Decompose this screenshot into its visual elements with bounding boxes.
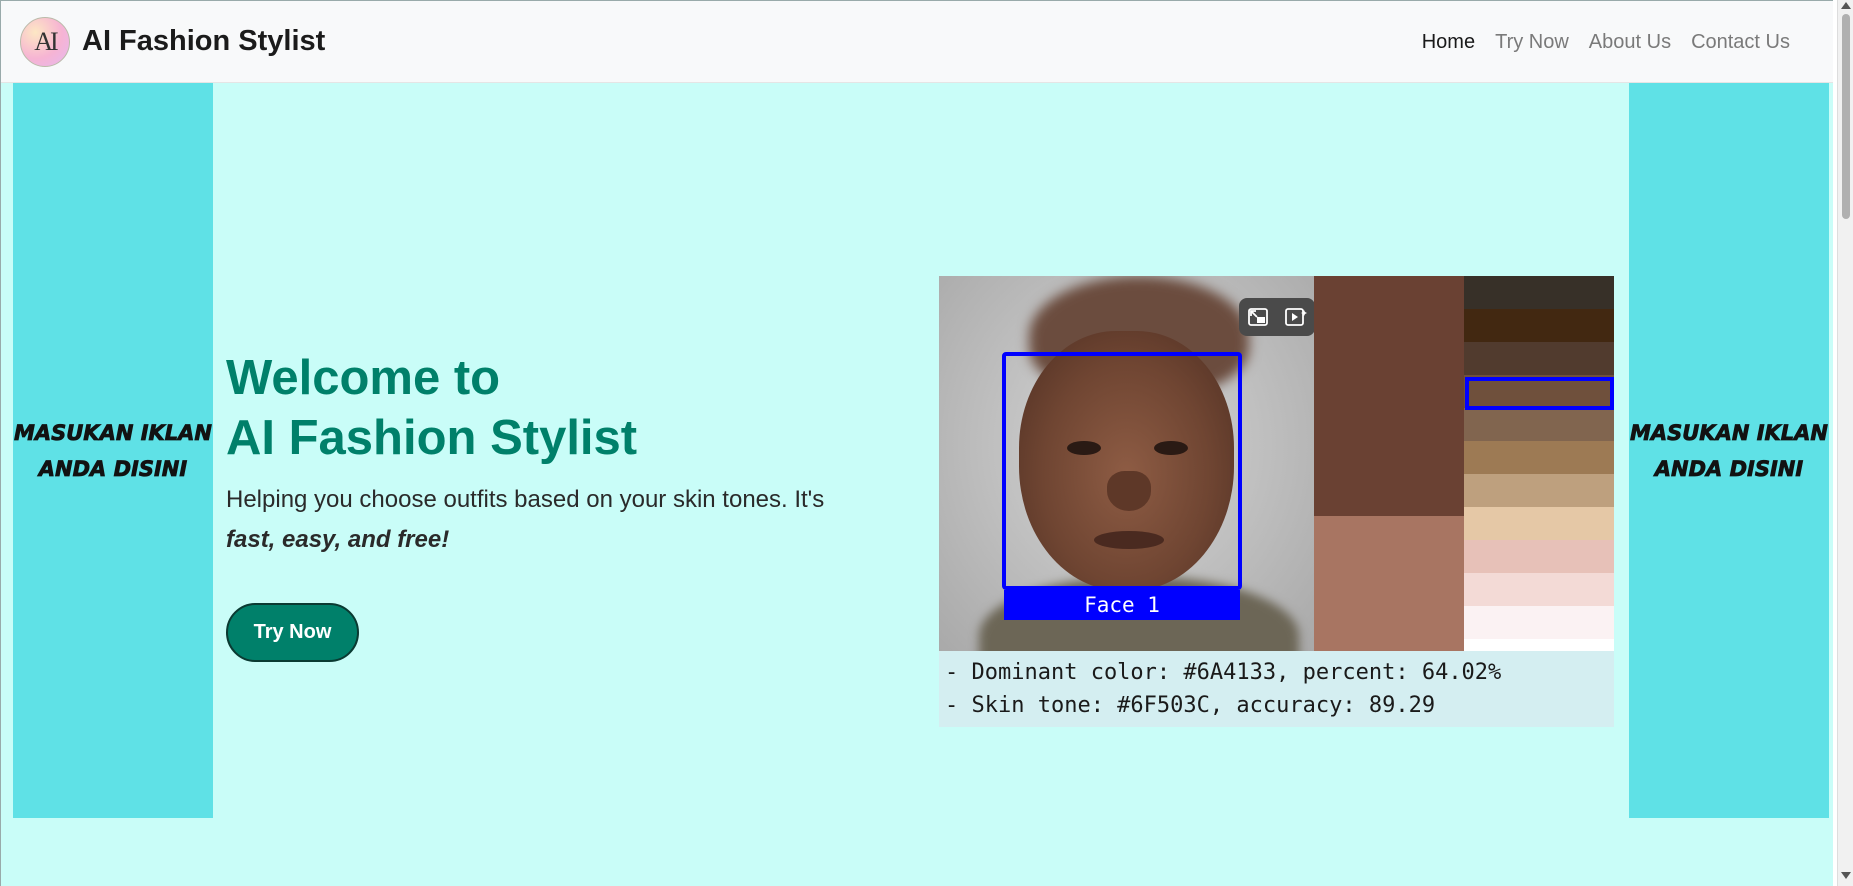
scroll-down-arrow-icon[interactable]: [1841, 872, 1851, 879]
face-detection-box: [1002, 352, 1242, 590]
palette-swatch: [1464, 507, 1614, 540]
try-now-button[interactable]: Try Now: [226, 603, 359, 662]
palette-swatch: [1464, 276, 1614, 309]
navbar: AI AI Fashion Stylist Home Try Now About…: [1, 0, 1833, 83]
ad-banner-left[interactable]: MASUKAN IKLAN ANDA DISINI: [13, 83, 213, 818]
page-viewport: AI AI Fashion Stylist Home Try Now About…: [0, 0, 1833, 886]
logo-text: AI: [34, 27, 59, 56]
exit-pip-icon[interactable]: [1246, 306, 1270, 328]
hero-description: Helping you choose outfits based on your…: [226, 486, 825, 553]
nav-try-now[interactable]: Try Now: [1495, 31, 1569, 54]
ad-banner-right[interactable]: MASUKAN IKLAN ANDA DISINI: [1629, 83, 1829, 818]
palette-swatch: [1464, 408, 1614, 441]
palette-swatch: [1464, 573, 1614, 606]
dominant-color-swatch: [1314, 276, 1464, 516]
hero-emphasis: fast, easy, and free!: [226, 526, 450, 553]
selected-tone-box: [1465, 377, 1614, 410]
skin-tone-text: - Skin tone: #6F503C, accuracy: 89.29: [945, 693, 1436, 718]
skin-analysis-image: Face 1 - Dominant color: #6A4133, percen…: [939, 276, 1614, 727]
palette-swatch: [1464, 441, 1614, 474]
dominant-color-swatch: [1314, 516, 1464, 651]
nav-home[interactable]: Home: [1422, 31, 1475, 54]
nav-contact-us[interactable]: Contact Us: [1691, 31, 1790, 54]
main-nav: Home Try Now About Us Contact Us: [1422, 31, 1790, 54]
palette-swatch: [1464, 606, 1614, 639]
analysis-info: - Dominant color: #6A4133, percent: 64.0…: [939, 651, 1614, 727]
skin-tone-palette: [1464, 276, 1614, 672]
ad-text-right: MASUKAN IKLAN ANDA DISINI: [1629, 420, 1829, 481]
face-label: Face 1: [1004, 590, 1240, 620]
dominant-color-column: [1314, 276, 1464, 651]
scroll-thumb[interactable]: [1842, 14, 1850, 219]
hero-title: Welcome to AI Fashion Stylist: [226, 351, 638, 465]
image-controls: [1239, 298, 1315, 336]
play-visual-search-icon[interactable]: [1284, 306, 1308, 328]
palette-swatch: [1464, 540, 1614, 573]
dominant-color-text: - Dominant color: #6A4133, percent: 64.0…: [945, 660, 1502, 685]
palette-swatch: [1464, 309, 1614, 342]
ad-text-left: MASUKAN IKLAN ANDA DISINI: [13, 420, 213, 481]
scroll-up-arrow-icon[interactable]: [1841, 2, 1851, 9]
nav-about-us[interactable]: About Us: [1589, 31, 1671, 54]
brand-logo[interactable]: AI: [20, 17, 70, 67]
palette-swatch: [1464, 342, 1614, 375]
page-scrollbar[interactable]: [1837, 0, 1853, 886]
palette-swatch: [1464, 474, 1614, 507]
brand-name[interactable]: AI Fashion Stylist: [82, 25, 325, 58]
